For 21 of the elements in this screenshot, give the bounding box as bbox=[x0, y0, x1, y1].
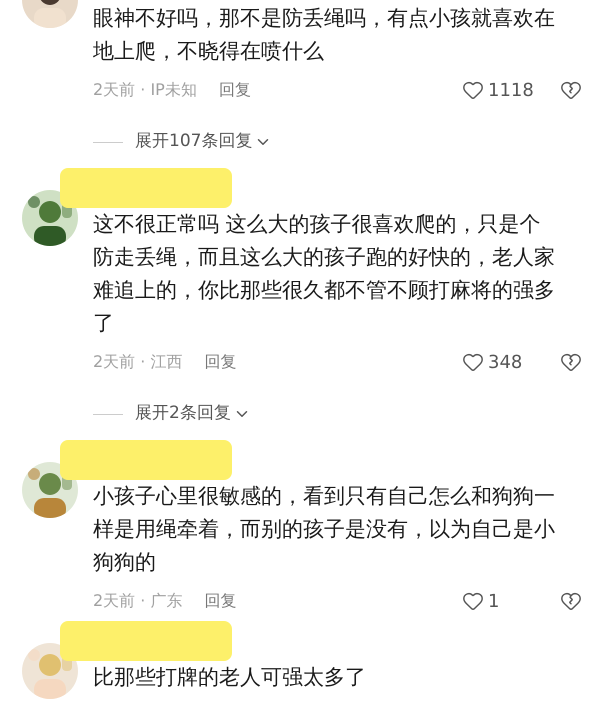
comment-text: 眼神不好吗，那不是防丢绳吗，有点小孩就喜欢在地上爬，不晓得在喷什么 bbox=[93, 5, 556, 65]
comment-meta: 2天前 · IP未知 bbox=[93, 79, 197, 101]
comment-text: 比那些打牌的老人可强太多了 bbox=[93, 664, 367, 691]
like-count: 348 bbox=[488, 350, 524, 374]
like-icon[interactable] bbox=[462, 351, 484, 373]
reply-button[interactable]: 回复 bbox=[218, 78, 251, 102]
comment-meta: 2天前 · 江西 bbox=[93, 351, 182, 373]
comment-text: 小孩子心里很敏感的，看到只有自己怎么和狗狗一样是用绳牵着，而别的孩子是没有，以为自己是小狗狗的 bbox=[93, 483, 556, 576]
comment-text: 这不很正常吗 这么大的孩子很喜欢爬的，只是个防走丢绳，而且这么大的孩子跑的好快的，老人家难追上的，你比那些很久都不管不顾打麻将的强多了 bbox=[93, 211, 556, 337]
like-count: 1 bbox=[488, 590, 500, 614]
dislike-icon[interactable] bbox=[560, 590, 582, 612]
dislike-icon[interactable] bbox=[560, 351, 582, 373]
dislike-icon[interactable] bbox=[560, 79, 582, 101]
comment-meta: 2天前 · 广东 bbox=[93, 590, 182, 612]
expand-replies-button[interactable]: 展开2条回复 bbox=[135, 401, 251, 427]
like-icon[interactable] bbox=[462, 79, 484, 101]
expand-replies-button[interactable]: 展开107条回复 bbox=[135, 129, 272, 155]
like-icon[interactable] bbox=[462, 590, 484, 612]
reply-button[interactable]: 回复 bbox=[204, 350, 236, 374]
reply-button[interactable]: 回复 bbox=[204, 589, 236, 613]
like-count: 1118 bbox=[488, 78, 535, 102]
